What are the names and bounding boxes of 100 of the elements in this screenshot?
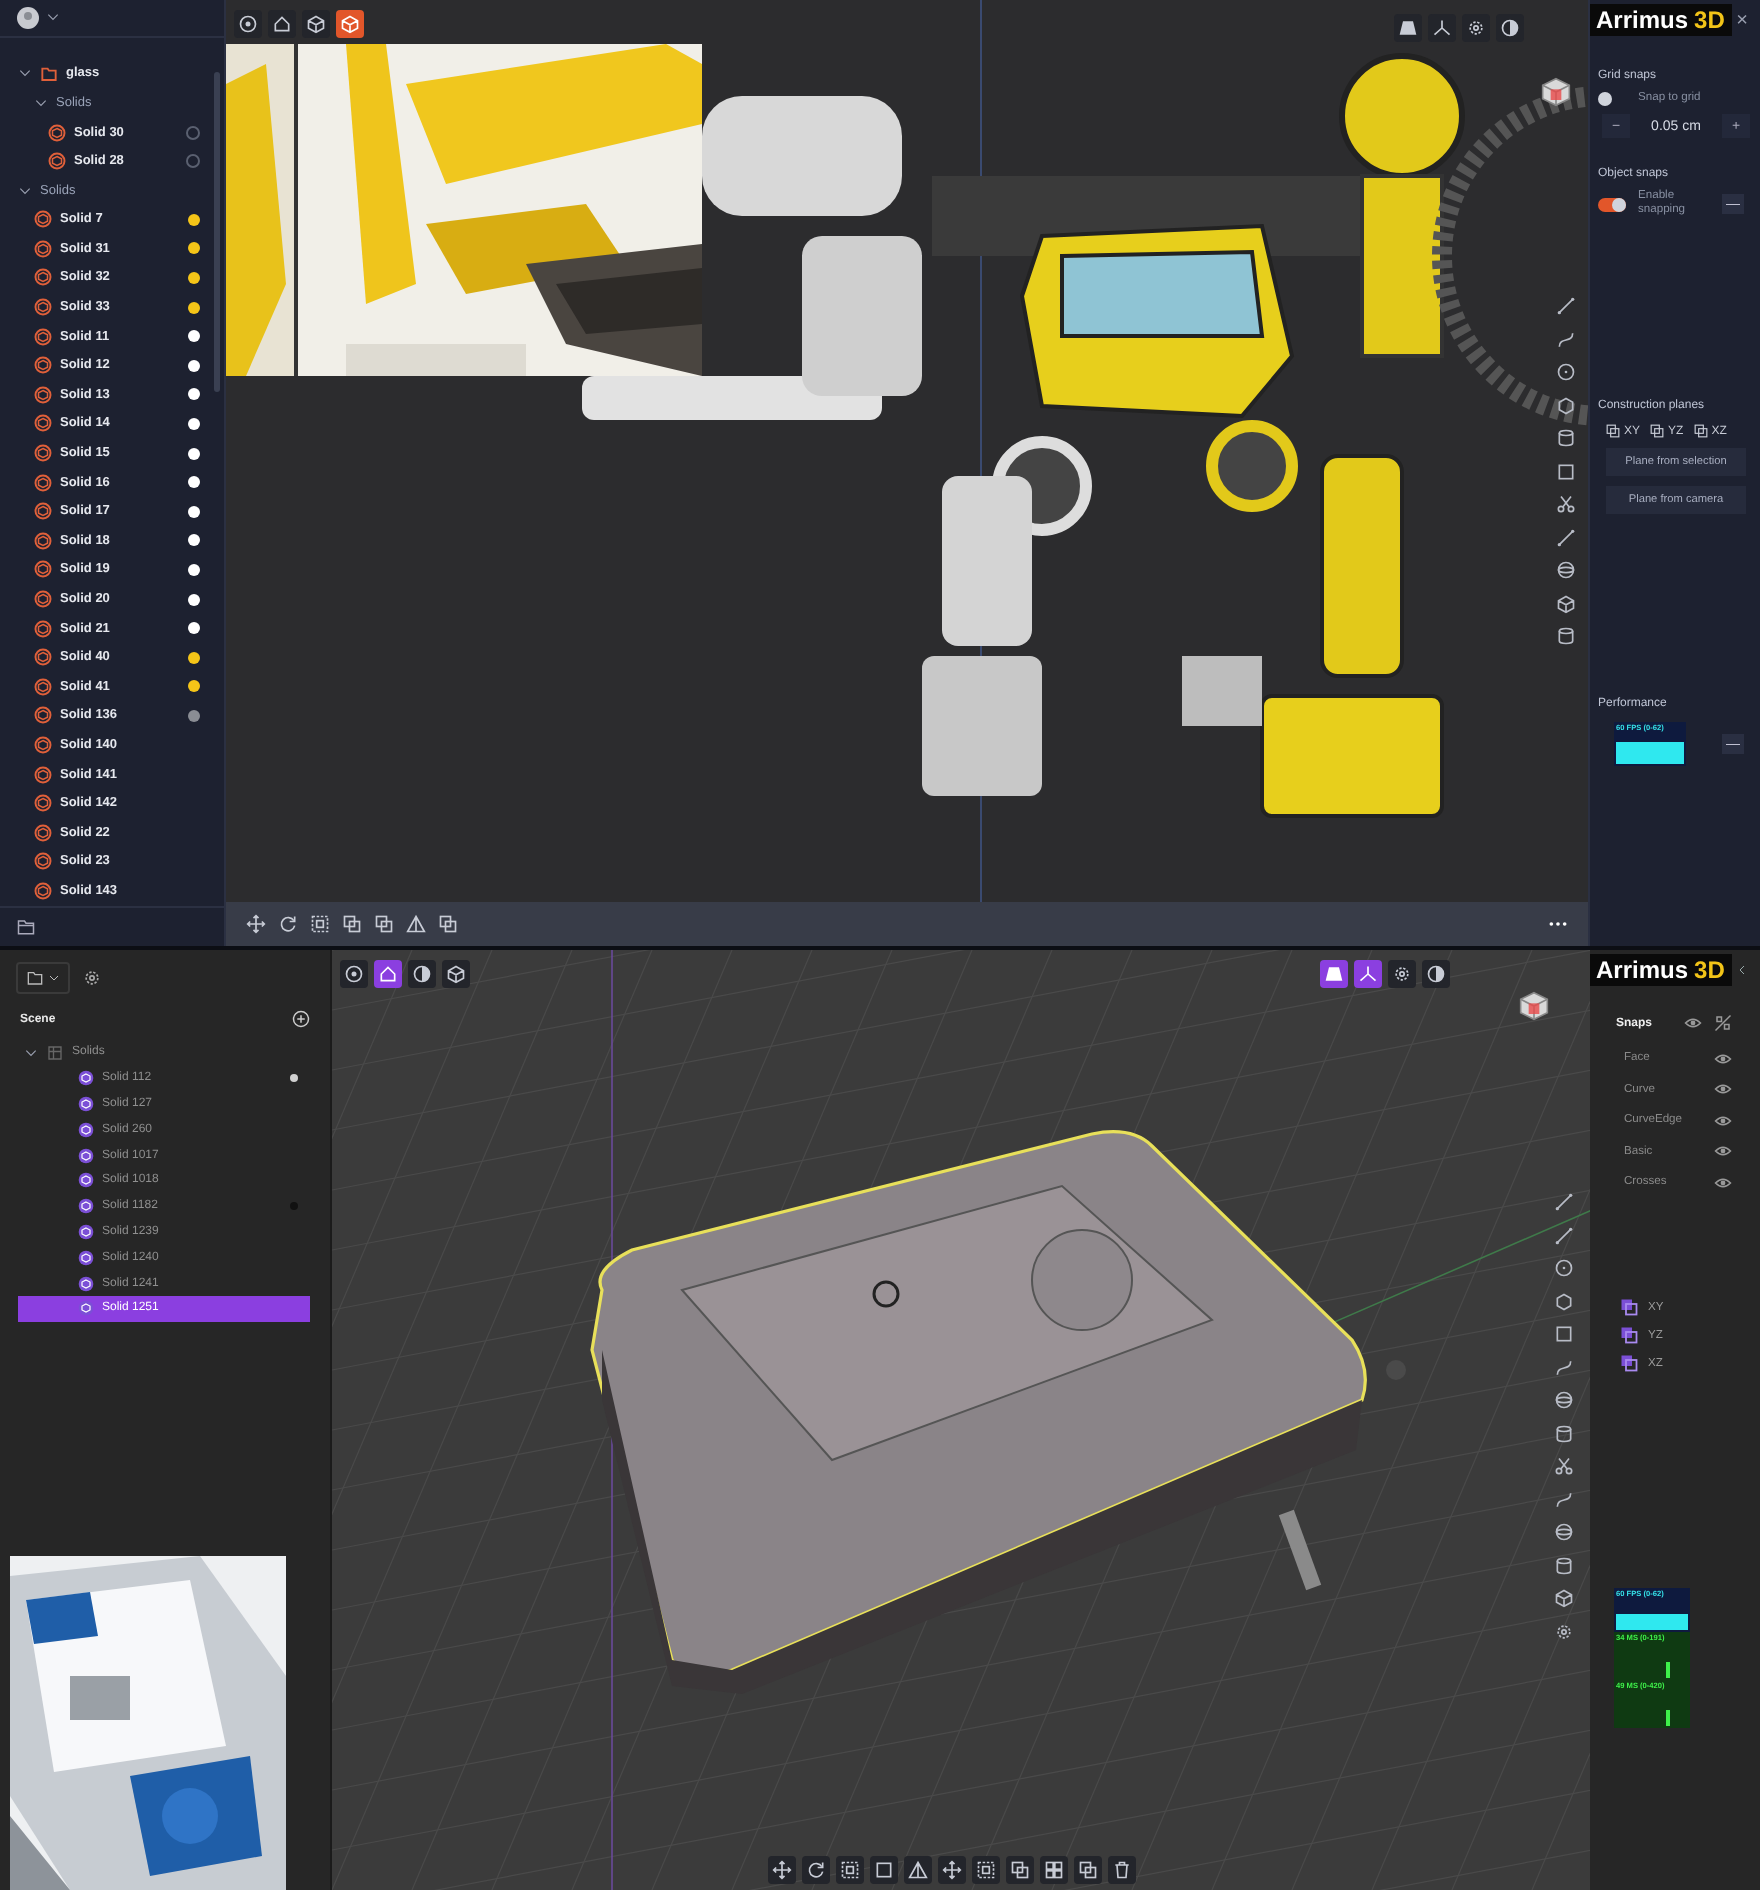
tool-button[interactable] xyxy=(904,1856,932,1884)
solid-icon xyxy=(34,619,52,638)
tool-button[interactable] xyxy=(1388,960,1416,988)
chevron-icon[interactable] xyxy=(24,1045,38,1060)
solid-icon xyxy=(34,385,52,404)
tool-button[interactable] xyxy=(1462,14,1490,42)
solid-icon xyxy=(48,123,66,141)
tool-button[interactable] xyxy=(1552,556,1580,584)
tool-button[interactable] xyxy=(972,1856,1000,1884)
toggle-switch[interactable] xyxy=(1598,197,1626,211)
tool-button[interactable] xyxy=(1550,1518,1578,1546)
tool-button[interactable] xyxy=(1040,1856,1068,1884)
tool-button[interactable] xyxy=(268,10,296,38)
scissors-icon xyxy=(1554,1456,1574,1476)
eye-icon[interactable] xyxy=(1714,1173,1732,1192)
tool-button[interactable] xyxy=(370,910,398,938)
solid-icon xyxy=(34,298,52,317)
move-icon xyxy=(942,1860,962,1880)
tool-button[interactable] xyxy=(402,910,430,938)
tool-button[interactable] xyxy=(374,960,402,988)
settings-icon xyxy=(1466,18,1486,38)
target-icon xyxy=(238,14,258,34)
chevron-icon[interactable] xyxy=(18,183,32,198)
add-icon[interactable] xyxy=(292,1010,310,1028)
avatar-icon[interactable] xyxy=(16,5,40,30)
overlap-squares-icon xyxy=(1078,1860,1098,1880)
solid-icon xyxy=(34,356,52,375)
cylinder-icon xyxy=(1556,428,1576,448)
solid-icon xyxy=(34,414,52,433)
view-cube[interactable] xyxy=(1518,990,1550,1022)
chevron-icon[interactable] xyxy=(1736,962,1748,978)
tool-button[interactable] xyxy=(1552,490,1580,518)
home-icon xyxy=(272,14,292,34)
tool-button[interactable] xyxy=(1354,960,1382,988)
group-icon xyxy=(46,1043,64,1062)
overlap-squares-icon xyxy=(1650,424,1665,438)
tool-button[interactable] xyxy=(1006,1856,1034,1884)
tool-button[interactable] xyxy=(1428,14,1456,42)
eye-icon[interactable] xyxy=(1714,1049,1732,1068)
tool-button[interactable] xyxy=(1550,1386,1578,1414)
eye-icon[interactable] xyxy=(1714,1080,1732,1099)
tool-button[interactable] xyxy=(408,960,436,988)
tool-button[interactable] xyxy=(1394,14,1422,42)
hexagon-icon xyxy=(1556,395,1576,415)
settings-icon[interactable] xyxy=(82,968,102,988)
tool-button[interactable] xyxy=(870,1856,898,1884)
fps-graph xyxy=(1616,742,1684,764)
chevron-icon[interactable] xyxy=(34,95,48,110)
folder-dropdown[interactable] xyxy=(16,962,70,994)
tool-button[interactable] xyxy=(836,1856,864,1884)
tool-button[interactable] xyxy=(1550,1584,1578,1612)
tool-button[interactable] xyxy=(306,910,334,938)
tool-button[interactable] xyxy=(1496,14,1524,42)
chevron-icon[interactable] xyxy=(46,10,60,25)
square-icon xyxy=(874,1860,894,1880)
tool-button[interactable] xyxy=(234,10,262,38)
overlap-squares-icon xyxy=(1693,424,1708,438)
tool-button[interactable] xyxy=(1552,292,1580,320)
eye-icon[interactable] xyxy=(1714,1111,1732,1130)
solid-icon xyxy=(34,794,52,813)
tool-button[interactable] xyxy=(340,960,368,988)
perf-graph xyxy=(1616,1614,1688,1630)
shading-icon xyxy=(1398,18,1418,38)
tool-button[interactable] xyxy=(434,910,462,938)
eye-icon[interactable] xyxy=(1684,1014,1702,1033)
tool-button[interactable] xyxy=(1550,1188,1578,1216)
sphere-icon xyxy=(1556,560,1576,580)
tool-button[interactable] xyxy=(1320,960,1348,988)
solid-icon xyxy=(34,473,52,492)
chevron-icon[interactable] xyxy=(18,66,32,81)
solid-icon xyxy=(78,1300,94,1317)
tool-button[interactable] xyxy=(1422,960,1450,988)
overlap-squares-icon xyxy=(438,914,458,934)
tool-button[interactable] xyxy=(1074,1856,1102,1884)
move-icon xyxy=(772,1860,792,1880)
axes-icon xyxy=(1358,964,1378,984)
cube-icon xyxy=(340,14,360,34)
square-icon xyxy=(1554,1324,1574,1344)
snap-off-icon[interactable] xyxy=(1714,1014,1732,1033)
tool-button[interactable] xyxy=(242,910,270,938)
solid-icon xyxy=(78,1070,94,1087)
tool-button[interactable] xyxy=(802,1856,830,1884)
tool-button[interactable] xyxy=(1108,1856,1136,1884)
tool-button[interactable] xyxy=(1550,1452,1578,1480)
line-icon xyxy=(1556,296,1576,316)
view-cube[interactable] xyxy=(1540,76,1572,108)
solid-icon xyxy=(34,502,52,521)
close-button[interactable]: × xyxy=(1736,9,1748,31)
tool-button[interactable] xyxy=(336,10,364,38)
eye-icon[interactable] xyxy=(1714,1142,1732,1161)
tool-button[interactable] xyxy=(442,960,470,988)
tool-button[interactable] xyxy=(302,10,330,38)
circle-icon xyxy=(1556,362,1576,382)
scrollbar[interactable] xyxy=(214,72,220,392)
tool-button[interactable] xyxy=(1552,358,1580,386)
tool-button[interactable] xyxy=(938,1856,966,1884)
folder-icon[interactable] xyxy=(16,917,36,936)
tool-button[interactable] xyxy=(338,910,366,938)
tool-button[interactable] xyxy=(768,1856,796,1884)
tool-button[interactable] xyxy=(1550,1254,1578,1282)
